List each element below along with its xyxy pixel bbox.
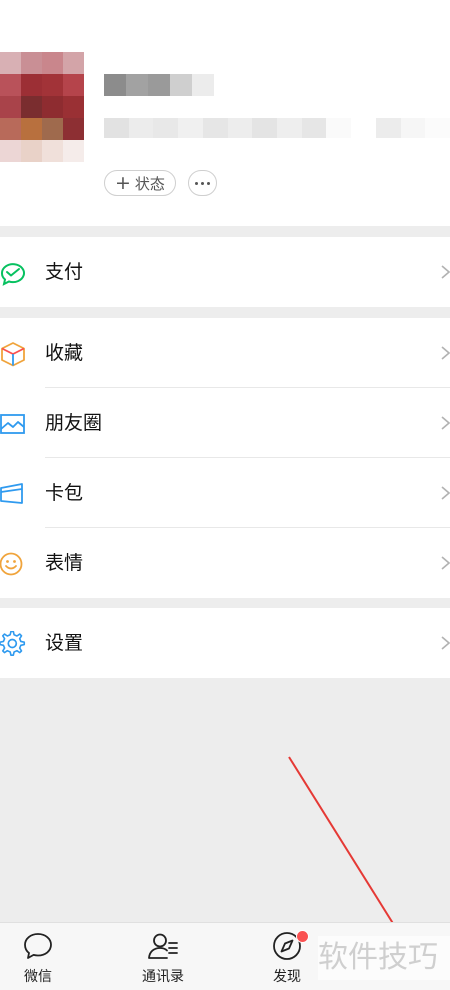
menu-item-pay[interactable]: 支付 [0,237,450,307]
menu-group-main: 收藏 朋友圈 卡包 表情 [0,318,450,598]
dot-icon [201,181,204,185]
profile-header[interactable]: + 状态 [0,0,450,226]
tab-label-contacts: 通讯录 [142,969,184,985]
tab-label-chats: 微信 [24,969,52,985]
contacts-icon [148,933,178,959]
notification-badge [296,930,309,943]
chevron-right-icon [441,486,450,500]
image-icon [0,414,25,434]
more-button[interactable] [188,170,217,196]
plus-icon: + [115,171,131,194]
wechat-pay-icon [1,263,25,286]
status-label: 状态 [134,174,165,193]
watermark: 软件技巧 [318,936,450,980]
smiley-icon [0,552,23,576]
chevron-right-icon [441,346,450,360]
menu-label-moments: 朋友圈 [45,412,103,434]
menu-label-cards: 卡包 [45,482,84,504]
chevron-right-icon [441,265,450,279]
menu-item-stickers[interactable]: 表情 [0,528,450,598]
menu-item-moments[interactable]: 朋友圈 [0,388,450,458]
cube-icon [1,342,25,367]
menu-label-favorites: 收藏 [45,342,84,364]
tab-chats[interactable]: 微信 [0,923,83,990]
menu-label-stickers: 表情 [45,552,84,574]
gear-icon [0,631,26,656]
card-wallet-icon [0,483,23,504]
nickname-pixelated [104,74,214,96]
menu-label-settings: 设置 [45,632,84,654]
tab-contacts[interactable]: 通讯录 [118,923,208,990]
avatar[interactable] [0,52,84,162]
menu-group-pay: 支付 [0,237,450,307]
chevron-right-icon [441,636,450,650]
chevron-right-icon [441,416,450,430]
menu-item-favorites[interactable]: 收藏 [0,318,450,388]
dot-icon [195,181,198,185]
chevron-right-icon [441,556,450,570]
menu-label-pay: 支付 [45,261,84,283]
dot-icon [207,181,210,185]
chat-bubble-icon [24,933,52,959]
menu-item-settings[interactable]: 设置 [0,608,450,678]
menu-group-settings: 设置 [0,608,450,678]
wechat-id-pixelated [104,118,450,138]
menu-item-cards[interactable]: 卡包 [0,458,450,528]
add-status-button[interactable]: + 状态 [104,170,176,196]
